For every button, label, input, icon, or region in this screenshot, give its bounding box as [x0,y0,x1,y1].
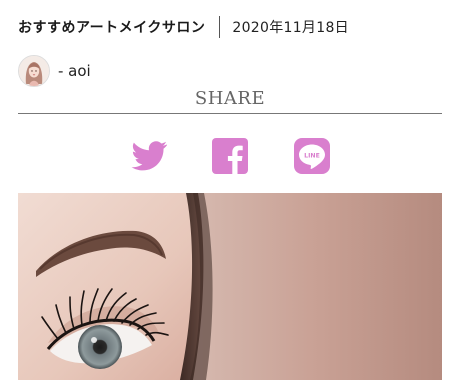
twitter-share-button[interactable] [129,136,169,176]
avatar-illustration [19,56,49,86]
post-meta: おすすめアートメイクサロン 2020年11月18日 [18,14,349,40]
share-heading: SHARE [194,88,266,109]
hero-image [18,193,442,380]
author-row[interactable]: - aoi [18,54,91,88]
line-icon-text: LINE [304,153,320,160]
meta-divider [219,16,221,38]
eye-closeup-photo [18,193,442,380]
line-icon: LINE [294,138,330,174]
share-divider [18,113,442,114]
author-avatar[interactable] [18,55,50,87]
author-name[interactable]: - aoi [58,62,91,80]
facebook-share-button[interactable] [210,136,250,176]
post-date: 2020年11月18日 [232,20,349,36]
facebook-icon [212,138,248,174]
category-link[interactable]: おすすめアートメイクサロン [18,17,205,37]
article-header: おすすめアートメイクサロン 2020年11月18日 - aoi SHARE LI… [0,0,460,380]
line-share-button[interactable]: LINE [292,136,332,176]
twitter-icon [131,141,168,171]
share-buttons: LINE [0,136,460,176]
